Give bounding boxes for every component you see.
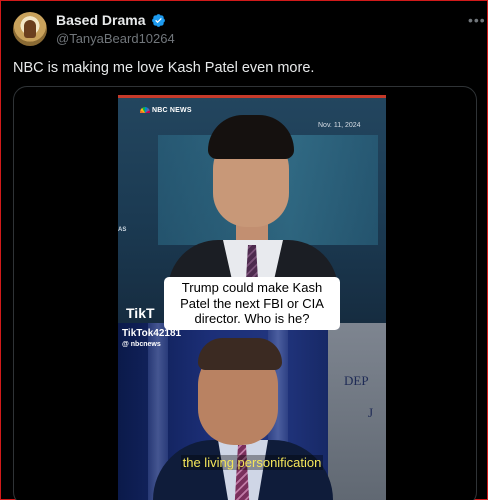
more-horizontal-icon[interactable]: ••• bbox=[468, 13, 486, 27]
broadcast-date: Nov. 11, 2024 bbox=[318, 122, 361, 129]
author-row: Based Drama bbox=[56, 12, 166, 28]
doj-wall bbox=[328, 323, 386, 500]
verified-badge-icon bbox=[151, 13, 165, 27]
avatar[interactable] bbox=[13, 12, 47, 46]
user-handle[interactable]: @TanyaBeard10264 bbox=[56, 31, 175, 46]
video-subtitle: the living personification bbox=[180, 455, 324, 470]
nbc-news-logo: NBC NEWS bbox=[140, 107, 192, 114]
video-frame[interactable]: NBC NEWS Nov. 11, 2024 AS DEP J Trump co… bbox=[118, 95, 386, 500]
wall-text: J bbox=[368, 405, 374, 420]
tiktok-username: TikTok42181 bbox=[122, 328, 182, 339]
display-name[interactable]: Based Drama bbox=[56, 12, 146, 28]
peacock-icon bbox=[140, 107, 150, 114]
tweet-text: NBC is making me love Kash Patel even mo… bbox=[13, 60, 315, 76]
media-container[interactable]: NBC NEWS Nov. 11, 2024 AS DEP J Trump co… bbox=[13, 86, 477, 500]
tiktok-source: @ nbcnews bbox=[122, 341, 161, 348]
tiktok-logo-icon: TikT bbox=[126, 305, 155, 321]
wall-text: DEP bbox=[344, 373, 369, 388]
video-caption: Trump could make Kash Patel the next FBI… bbox=[164, 277, 340, 330]
side-text: AS bbox=[118, 227, 127, 233]
